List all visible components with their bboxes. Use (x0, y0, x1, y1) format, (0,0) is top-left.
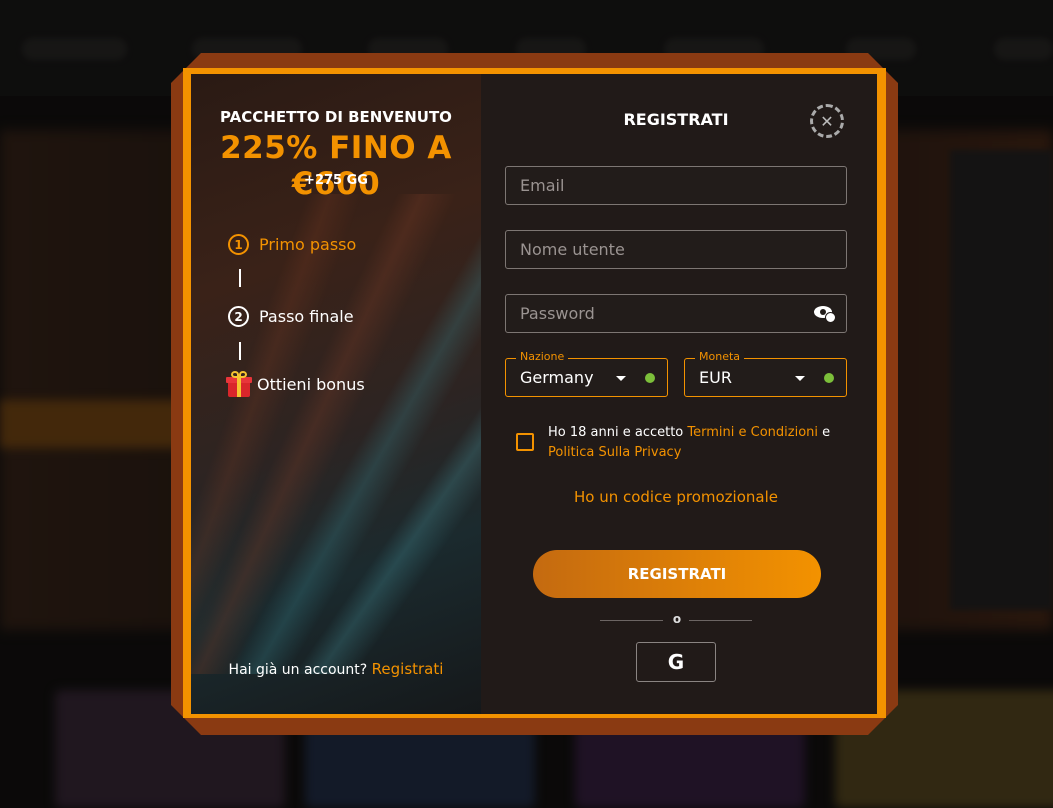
chevron-down-icon (795, 376, 805, 381)
step-first: 1 Primo passo (228, 234, 356, 255)
step-connector (239, 269, 241, 287)
promo-subtitle: PACCHETTO DI BENVENUTO (220, 108, 452, 126)
step-label: Ottieni bonus (257, 374, 365, 394)
promo-extra: +275 GG (304, 173, 368, 188)
currency-select[interactable]: Moneta EUR (684, 350, 847, 397)
chevron-down-icon (616, 376, 626, 381)
terms-link[interactable]: Termini e Condizioni (687, 425, 818, 440)
step-final: 2 Passo finale (228, 306, 354, 327)
step-connector (239, 342, 241, 360)
step-bonus: Ottieni bonus (225, 370, 365, 398)
username-input[interactable] (520, 231, 820, 268)
have-account-text: Hai già un account? (228, 662, 368, 678)
password-field[interactable] (505, 294, 847, 333)
google-icon: G (667, 650, 685, 674)
show-password-icon[interactable] (814, 306, 836, 323)
currency-value: EUR (699, 368, 732, 387)
valid-check-icon (645, 373, 655, 383)
gift-icon (225, 370, 253, 398)
or-separator: o (672, 612, 682, 626)
step-number-icon: 1 (228, 234, 249, 255)
divider-right (689, 620, 752, 621)
close-icon[interactable]: ✕ (810, 104, 844, 138)
step-label: Primo passo (259, 235, 357, 254)
terms-middle: e (818, 425, 831, 440)
step-number-icon: 2 (228, 306, 249, 327)
divider-left (600, 620, 663, 621)
form-title: REGISTRATI (623, 110, 729, 129)
terms-checkbox[interactable] (516, 433, 534, 451)
username-field[interactable] (505, 230, 847, 269)
country-label: Nazione (516, 350, 569, 363)
country-value: Germany (520, 368, 594, 387)
have-account-row: Hai già un account? Registrati (191, 660, 481, 678)
email-input[interactable] (520, 167, 820, 204)
registration-modal: PACCHETTO DI BENVENUTO 225% FINO A €600 … (191, 74, 877, 714)
country-select[interactable]: Nazione Germany (505, 350, 668, 397)
register-button[interactable]: REGISTRATI (533, 550, 821, 598)
promo-code-link[interactable]: Ho un codice promozionale (561, 488, 791, 506)
promo-headline: 225% FINO A €600 (220, 130, 452, 202)
login-link[interactable]: Registrati (372, 660, 444, 678)
terms-prefix: Ho 18 anni e accetto (548, 425, 688, 440)
valid-check-icon (824, 373, 834, 383)
privacy-link[interactable]: Politica Sulla Privacy (548, 445, 681, 460)
currency-label: Moneta (695, 350, 745, 363)
promo-artwork (191, 194, 481, 674)
step-label: Passo finale (259, 307, 354, 326)
promo-panel: PACCHETTO DI BENVENUTO 225% FINO A €600 … (191, 74, 481, 714)
terms-text: Ho 18 anni e accetto Termini e Condizion… (548, 423, 838, 463)
password-input[interactable] (520, 295, 820, 332)
google-login-button[interactable]: G (636, 642, 716, 682)
email-field[interactable] (505, 166, 847, 205)
